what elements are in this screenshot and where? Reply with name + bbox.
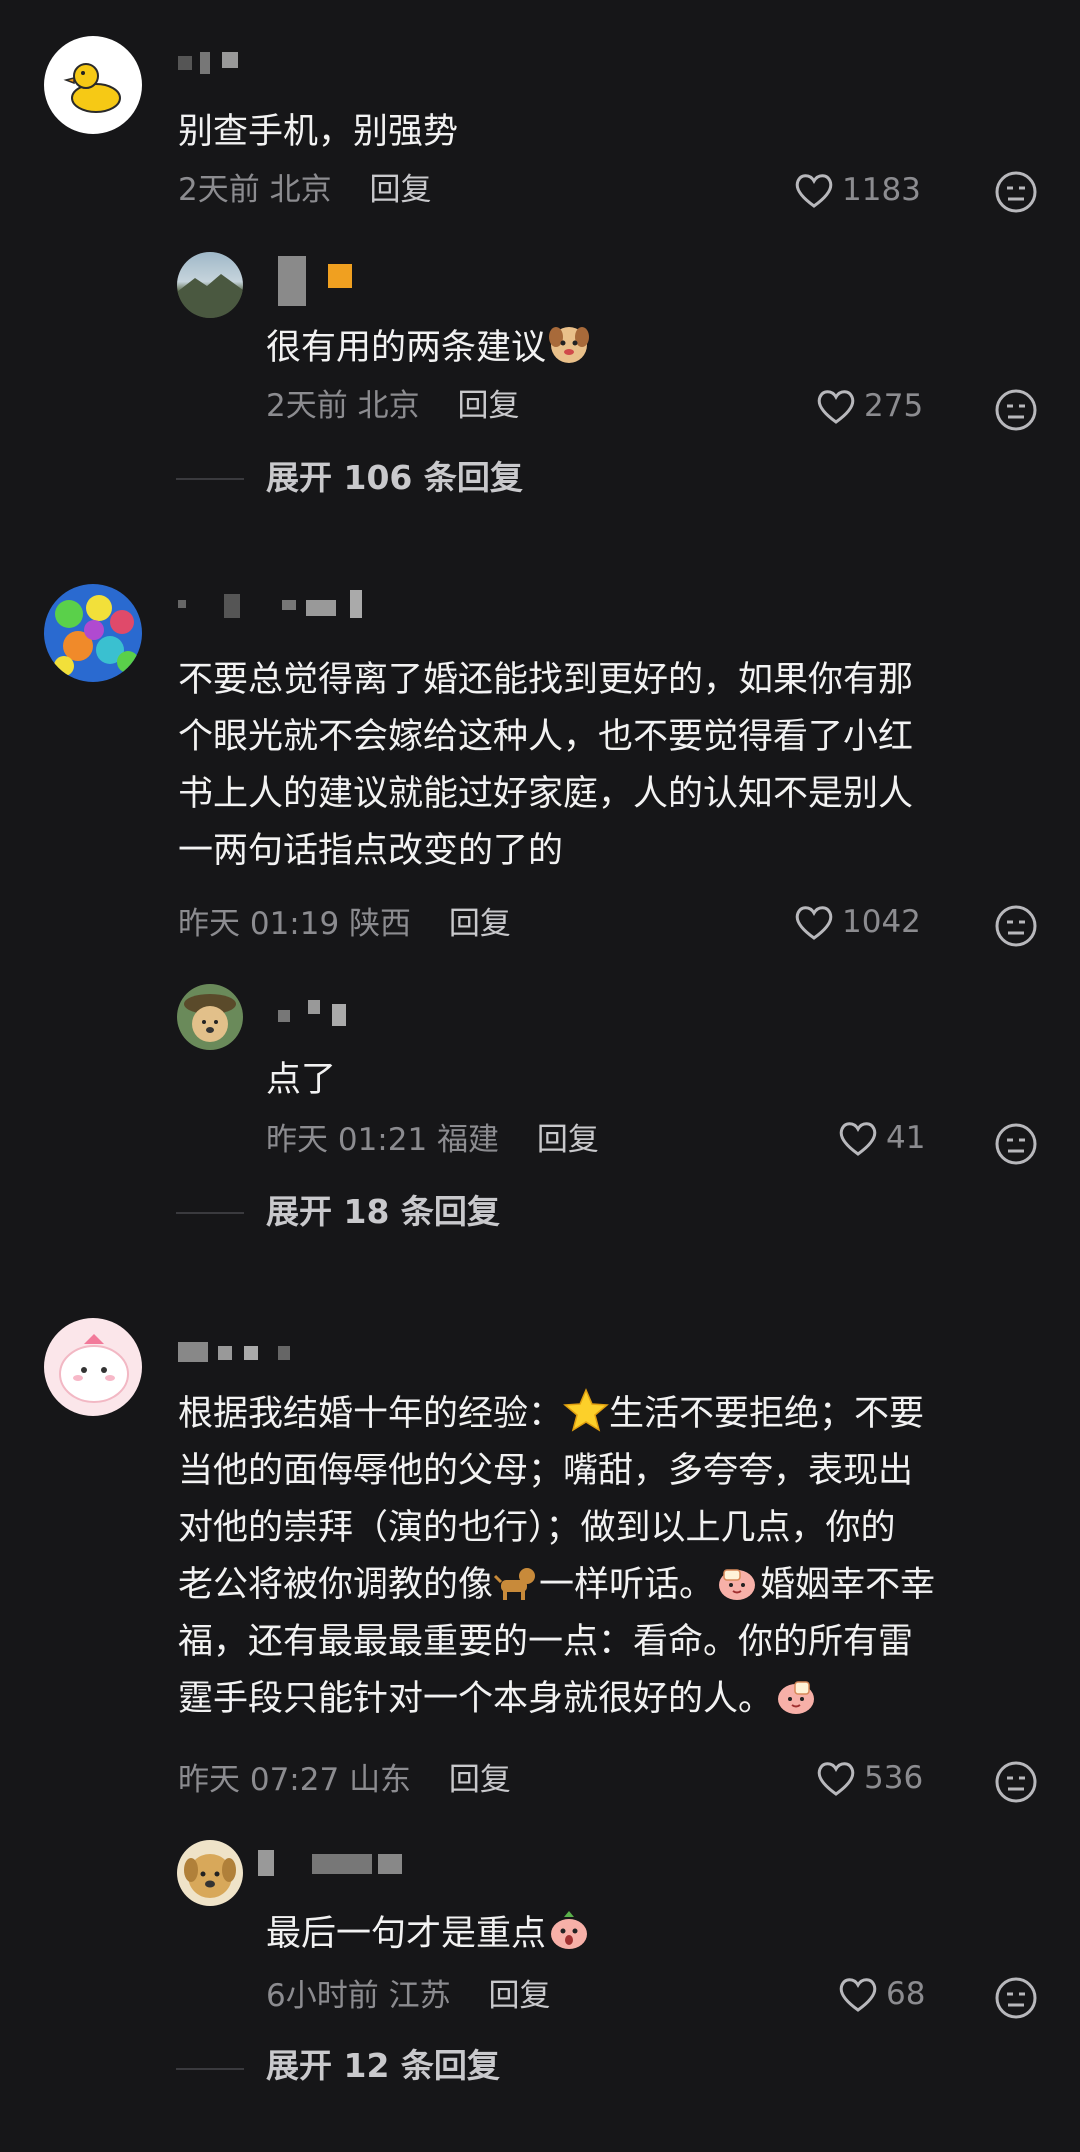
comment-time: 2天前 bbox=[178, 172, 260, 208]
expand-replies-button[interactable]: 展开 12 条回复 bbox=[266, 2044, 500, 2088]
like-count: 275 bbox=[864, 388, 924, 424]
reply-like-button[interactable]: 68 bbox=[836, 1974, 925, 2014]
reply-username-redacted[interactable] bbox=[278, 256, 378, 306]
heart-icon bbox=[795, 174, 833, 208]
comment-text-line: 对他的崇拜（演的也行）；做到以上几点，你的 bbox=[178, 1508, 896, 1548]
reply-meta: 2天前 北京 回复 bbox=[266, 386, 519, 426]
expand-divider bbox=[176, 1212, 244, 1214]
comment-text-line: 老公将被你调教的像 bbox=[178, 1565, 494, 1605]
reply-button[interactable]: 回复 bbox=[488, 1978, 550, 2014]
reply-time: 2天前 bbox=[266, 388, 348, 424]
username-redacted[interactable] bbox=[178, 1334, 298, 1362]
star-emoji-icon bbox=[563, 1388, 609, 1432]
pink-blob-icon bbox=[59, 1334, 129, 1403]
like-count: 41 bbox=[886, 1120, 926, 1156]
comment-location: 北京 bbox=[269, 172, 332, 208]
reply-avatar[interactable] bbox=[177, 984, 243, 1050]
expand-replies-button[interactable]: 展开 106 条回复 bbox=[266, 456, 523, 500]
reply-location: 北京 bbox=[357, 388, 420, 424]
comment-meta: 2天前 北京 回复 bbox=[178, 170, 431, 210]
comment-text-line: 当他的面侮辱他的父母；嘴甜，多夸夸，表现出 bbox=[178, 1451, 914, 1491]
comment-text-line: 福，还有最最最重要的一点：看命。你的所有雷 bbox=[178, 1622, 914, 1662]
cartoon-crowd-icon bbox=[54, 595, 139, 676]
reply-button[interactable]: 回复 bbox=[449, 906, 511, 942]
landscape-icon bbox=[177, 274, 243, 318]
dislike-icon[interactable] bbox=[994, 904, 1038, 948]
reply-button[interactable]: 回复 bbox=[369, 172, 431, 208]
heart-icon bbox=[839, 1978, 877, 2012]
user-avatar[interactable] bbox=[44, 584, 142, 682]
dog-emoji-icon bbox=[493, 1568, 536, 1600]
duck-icon bbox=[63, 63, 121, 113]
comment-text-line: 生活不要拒绝；不要 bbox=[609, 1394, 925, 1434]
comment-meta: 昨天 07:27 山东 回复 bbox=[178, 1760, 511, 1800]
comment-text-line: 霆手段只能针对一个本身就很好的人。 bbox=[178, 1679, 774, 1719]
dislike-icon[interactable] bbox=[994, 388, 1038, 432]
expand-divider bbox=[176, 478, 244, 480]
comment-meta: 昨天 01:19 陕西 回复 bbox=[178, 904, 511, 944]
reply-text: 很有用的两条建议 bbox=[266, 320, 592, 377]
username-redacted[interactable] bbox=[178, 48, 248, 76]
blushing-blob-emoji-icon bbox=[719, 1569, 756, 1600]
expand-replies-button[interactable]: 展开 18 条回复 bbox=[266, 1190, 500, 1234]
heart-icon bbox=[795, 906, 833, 940]
dislike-icon[interactable] bbox=[994, 170, 1038, 214]
user-avatar[interactable] bbox=[44, 1318, 142, 1416]
shocked-blob-emoji-icon bbox=[551, 1911, 588, 1949]
reply-text: 最后一句才是重点 bbox=[266, 1906, 592, 1963]
comment-text-line: 婚姻幸不幸 bbox=[760, 1565, 936, 1605]
reply-like-button[interactable]: 275 bbox=[814, 386, 923, 426]
reply-location: 江苏 bbox=[388, 1978, 451, 2014]
like-button[interactable]: 536 bbox=[814, 1758, 923, 1798]
comment-location: 陕西 bbox=[349, 906, 412, 942]
comment-text-line: 一样听话。 bbox=[539, 1565, 715, 1605]
reply-username-redacted[interactable] bbox=[278, 1000, 358, 1028]
username-redacted[interactable] bbox=[178, 590, 378, 618]
dog-emoji-icon bbox=[549, 327, 590, 363]
user-avatar[interactable] bbox=[44, 36, 142, 134]
blushing-blob-emoji-icon bbox=[778, 1681, 815, 1714]
reply-like-button[interactable]: 41 bbox=[836, 1118, 925, 1158]
heart-icon bbox=[817, 1762, 855, 1796]
reply-button[interactable]: 回复 bbox=[457, 388, 519, 424]
reply-text: 点了 bbox=[266, 1060, 337, 1100]
like-button[interactable]: 1042 bbox=[792, 902, 921, 942]
reply-meta: 昨天 01:21 福建 回复 bbox=[266, 1120, 599, 1160]
like-button[interactable]: 1183 bbox=[792, 170, 921, 210]
comment-text-line: 根据我结婚十年的经验： bbox=[178, 1394, 564, 1434]
comment-text: 别查手机，别强势 bbox=[178, 112, 459, 152]
reply-button[interactable]: 回复 bbox=[537, 1122, 599, 1158]
reply-time: 昨天 01:21 bbox=[266, 1122, 428, 1158]
reply-avatar[interactable] bbox=[177, 252, 243, 318]
heart-icon bbox=[817, 390, 855, 424]
reply-meta: 6小时前 江苏 回复 bbox=[266, 1976, 550, 2016]
reply-location: 福建 bbox=[437, 1122, 500, 1158]
dislike-icon[interactable] bbox=[994, 1760, 1038, 1804]
dislike-icon[interactable] bbox=[994, 1976, 1038, 2020]
expand-divider bbox=[176, 2068, 244, 2070]
like-count: 1183 bbox=[842, 172, 921, 208]
like-count: 536 bbox=[864, 1760, 924, 1796]
like-count: 68 bbox=[886, 1976, 926, 2012]
heart-icon bbox=[839, 1122, 877, 1156]
comment-location: 山东 bbox=[349, 1762, 412, 1798]
reply-text-content: 最后一句才是重点 bbox=[266, 1914, 547, 1954]
like-count: 1042 bbox=[842, 904, 921, 940]
golden-dog-icon bbox=[184, 1854, 236, 1898]
dog-icon bbox=[184, 994, 236, 1042]
reply-time: 6小时前 bbox=[266, 1978, 379, 2014]
reply-button[interactable]: 回复 bbox=[449, 1762, 511, 1798]
comment-time: 昨天 07:27 bbox=[178, 1762, 340, 1798]
comment-time: 昨天 01:19 bbox=[178, 906, 340, 942]
dislike-icon[interactable] bbox=[994, 1122, 1038, 1166]
reply-username-redacted[interactable] bbox=[258, 1850, 418, 1878]
comment-text: 根据我结婚十年的经验： 生活不要拒绝；不要 当他的面侮辱他的父母；嘴甜，多夸夸，表… bbox=[178, 1386, 935, 1728]
comment-text: 不要总觉得离了婚还能找到更好的，如果你有那 个眼光就不会嫁给这种人，也不要觉得看… bbox=[178, 660, 914, 871]
reply-avatar[interactable] bbox=[177, 1840, 243, 1906]
reply-text-content: 很有用的两条建议 bbox=[266, 328, 547, 368]
